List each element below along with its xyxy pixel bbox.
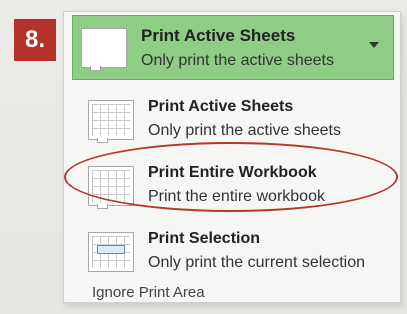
chevron-down-icon[interactable]: [369, 42, 379, 48]
print-what-dropdown: Print Active Sheets Only print the activ…: [63, 11, 401, 303]
selection-grid-icon: [88, 232, 134, 272]
menu-item-subtitle: Only print the active sheets: [148, 122, 341, 139]
workbook-grid-icon: [88, 166, 134, 209]
menu-item-print-selection[interactable]: Print Selection Only print the current s…: [74, 220, 392, 286]
menu-item-print-active-sheets[interactable]: Print Active Sheets Only print the activ…: [74, 88, 392, 154]
sheet-grid-icon: [81, 28, 127, 71]
menu-item-title: Print Selection: [148, 230, 261, 247]
menu-item-title: Print Active Sheets: [148, 98, 294, 115]
selector-title: Print Active Sheets: [141, 26, 296, 45]
step-number-badge: 8.: [14, 19, 56, 61]
selector-subtitle: Only print the active sheets: [141, 52, 334, 69]
menu-item-print-entire-workbook[interactable]: Print Entire Workbook Print the entire w…: [74, 154, 392, 220]
menu-item-subtitle: Only print the current selection: [148, 254, 365, 271]
menu-item-subtitle: Print the entire workbook: [148, 188, 325, 205]
sheet-grid-icon: [88, 100, 134, 143]
menu-item-title: Print Entire Workbook: [148, 164, 317, 181]
print-what-selector[interactable]: Print Active Sheets Only print the activ…: [72, 15, 394, 80]
ignore-print-area-option[interactable]: Ignore Print Area: [92, 284, 205, 301]
